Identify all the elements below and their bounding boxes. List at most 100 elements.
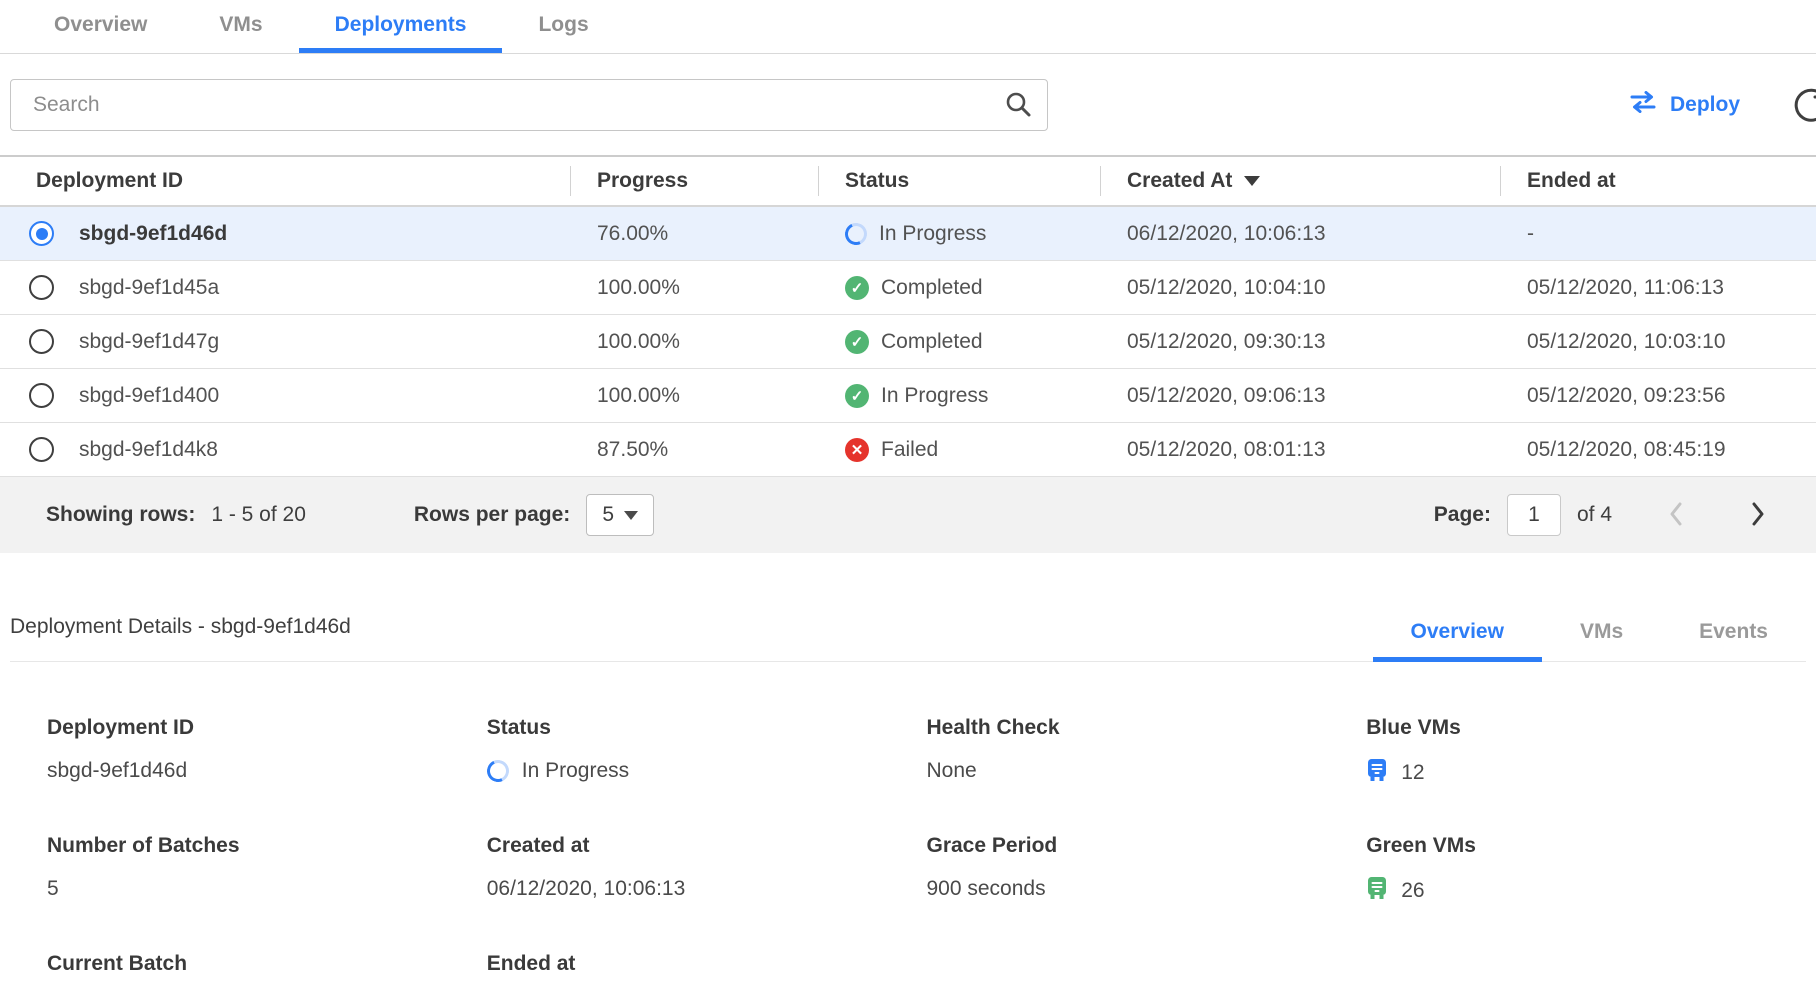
toolbar: Deploy [0,54,1816,155]
status-label: Failed [881,438,938,462]
details-tab-events[interactable]: Events [1661,620,1806,661]
chevron-down-icon [624,511,638,520]
field-ended-at: Ended at - [487,952,927,992]
row-radio[interactable] [29,329,54,354]
field-label: Current Batch [47,952,487,976]
deployment-id-value: sbgd-9ef1d46d [79,222,227,246]
created-at-value: 05/12/2020, 09:30:13 [1100,330,1500,354]
vm-blue-icon [1366,758,1388,788]
column-header-label: Progress [597,169,688,193]
progress-value: 76.00% [570,222,818,246]
column-header-created-at[interactable]: Created At [1100,169,1500,193]
table-row[interactable]: sbgd-9ef1d400 100.00% In Progress 05/12/… [0,369,1816,423]
field-label: Number of Batches [47,834,487,858]
tab-deployments[interactable]: Deployments [299,0,503,53]
field-value: sbgd-9ef1d46d [47,759,187,783]
tab-logs[interactable]: Logs [502,0,624,53]
deploy-button-label: Deploy [1670,93,1740,117]
field-value: 26 [1401,879,1424,903]
field-created-at: Created at 06/12/2020, 10:06:13 [487,834,927,906]
column-header-status[interactable]: Status [818,169,1100,193]
table-row[interactable]: sbgd-9ef1d47g 100.00% Completed 05/12/20… [0,315,1816,369]
search-box [10,79,1048,131]
column-header-progress[interactable]: Progress [570,169,818,193]
deployment-id-value: sbgd-9ef1d400 [79,384,219,408]
ended-at-value: 05/12/2020, 11:06:13 [1500,276,1816,300]
sort-desc-icon [1244,176,1260,186]
field-health-check: Health Check None [927,716,1367,788]
ended-at-value: - [1500,222,1816,246]
status-label: In Progress [881,384,988,408]
deploy-button[interactable]: Deploy [1629,91,1740,119]
details-tabbar: Overview VMs Events [1373,620,1806,661]
column-header-label: Status [845,169,909,193]
pager: Page: of 4 [1434,494,1770,536]
column-header-ended-at[interactable]: Ended at [1500,169,1816,193]
deployment-id-value: sbgd-9ef1d4k8 [79,438,218,462]
swap-arrows-icon [1629,91,1657,119]
field-label: Deployment ID [47,716,487,740]
column-header-label: Created At [1127,169,1232,193]
table-row[interactable]: sbgd-9ef1d4k8 87.50% Failed 05/12/2020, … [0,423,1816,477]
showing-rows-value: 1 - 5 of 20 [211,503,306,527]
table-header-row: Deployment ID Progress Status Created At… [0,155,1816,207]
status-label: Completed [881,330,983,354]
row-radio[interactable] [29,275,54,300]
column-header-deployment-id[interactable]: Deployment ID [0,169,570,193]
in-progress-spinner-icon [842,219,870,247]
page-label: Page: [1434,503,1491,527]
in-progress-spinner-icon [484,757,512,785]
tab-vms[interactable]: VMs [183,0,298,53]
field-label: Health Check [927,716,1367,740]
page-total: of 4 [1577,503,1612,527]
field-current-batch: Current Batch 5 [47,952,487,992]
completed-check-icon [845,384,869,408]
completed-check-icon [845,276,869,300]
created-at-value: 06/12/2020, 10:06:13 [1100,222,1500,246]
ended-at-value: 05/12/2020, 09:23:56 [1500,384,1816,408]
progress-value: 87.50% [570,438,818,462]
details-tab-overview[interactable]: Overview [1373,620,1542,661]
prev-page-button[interactable] [1664,497,1688,534]
created-at-value: 05/12/2020, 10:04:10 [1100,276,1500,300]
field-value: In Progress [522,759,629,783]
column-header-label: Ended at [1527,169,1616,193]
field-deployment-id: Deployment ID sbgd-9ef1d46d [47,716,487,788]
field-label: Created at [487,834,927,858]
details-title: Deployment Details - sbgd-9ef1d46d [10,615,351,661]
progress-value: 100.00% [570,330,818,354]
field-blue-vms: Blue VMs 12 [1366,716,1806,788]
rows-per-page-label: Rows per page: [414,503,570,527]
table-row[interactable]: sbgd-9ef1d45a 100.00% Completed 05/12/20… [0,261,1816,315]
details-tab-vms[interactable]: VMs [1542,620,1661,661]
details-fields-grid: Deployment ID sbgd-9ef1d46d Status In Pr… [10,716,1806,992]
table-row[interactable]: sbgd-9ef1d46d 76.00% In Progress 06/12/2… [0,207,1816,261]
deployments-table: Deployment ID Progress Status Created At… [0,155,1816,553]
status-label: In Progress [879,222,986,246]
progress-value: 100.00% [570,276,818,300]
field-status: Status In Progress [487,716,927,788]
row-radio[interactable] [29,383,54,408]
field-label: Green VMs [1366,834,1806,858]
search-input[interactable] [11,80,1047,130]
deployment-details-section: Deployment Details - sbgd-9ef1d46d Overv… [0,615,1816,992]
tab-overview[interactable]: Overview [18,0,183,53]
table-footer: Showing rows: 1 - 5 of 20 Rows per page:… [0,477,1816,553]
field-grace-period: Grace Period 900 seconds [927,834,1367,906]
created-at-value: 05/12/2020, 09:06:13 [1100,384,1500,408]
status-label: Completed [881,276,983,300]
page-number-input[interactable] [1507,494,1561,536]
row-radio-selected[interactable] [29,221,54,246]
field-value: 5 [47,877,59,901]
field-label: Grace Period [927,834,1367,858]
rows-per-page-select[interactable]: 5 [586,494,654,536]
field-value: None [927,759,977,783]
refresh-icon[interactable] [1789,84,1816,126]
field-green-vms: Green VMs 26 [1366,834,1806,906]
deployment-id-value: sbgd-9ef1d47g [79,330,219,354]
field-label: Ended at [487,952,927,976]
field-value: 900 seconds [927,877,1046,901]
ended-at-value: 05/12/2020, 10:03:10 [1500,330,1816,354]
next-page-button[interactable] [1746,497,1770,534]
row-radio[interactable] [29,437,54,462]
